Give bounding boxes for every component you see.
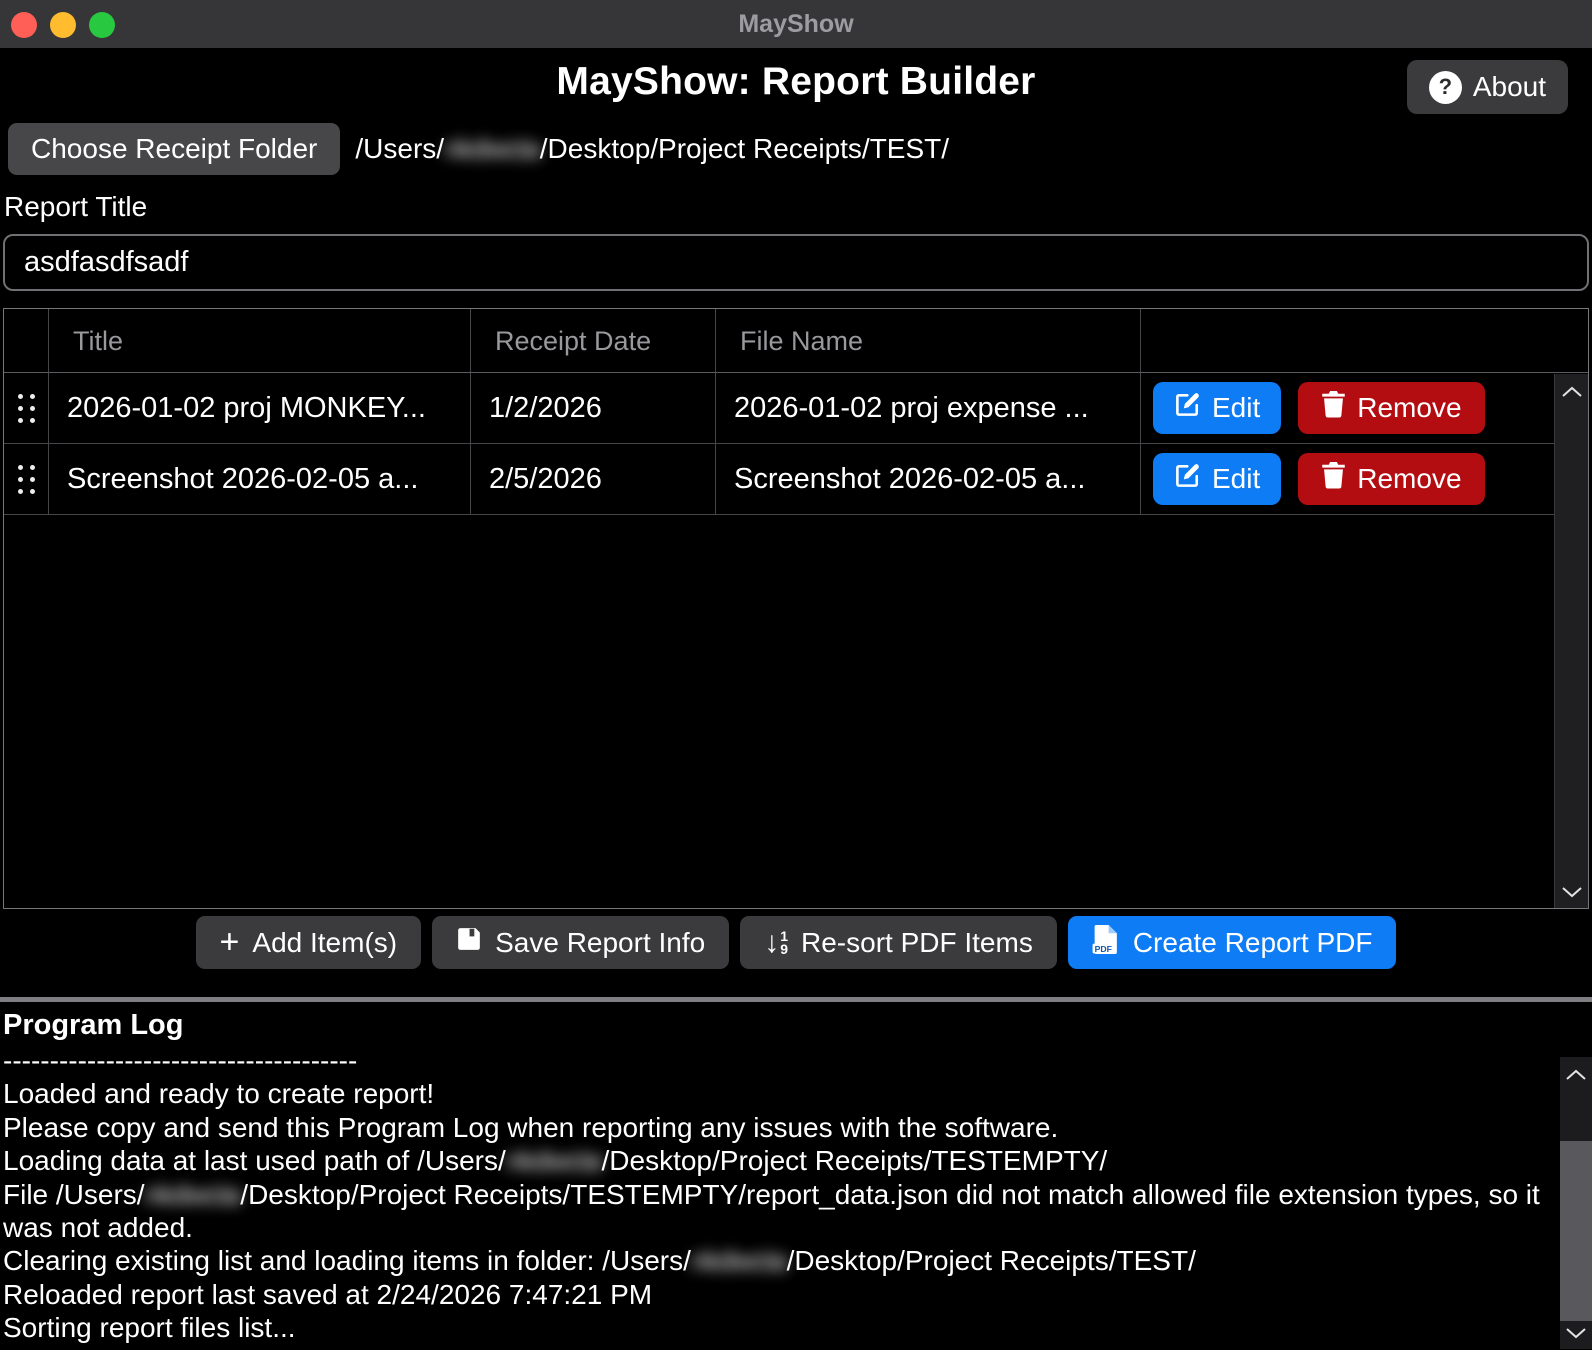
- zoom-button[interactable]: [89, 12, 115, 38]
- pencil-square-icon: [1174, 462, 1201, 496]
- scroll-down-icon[interactable]: [1561, 886, 1583, 898]
- scrollbar-thumb[interactable]: [1560, 1141, 1592, 1321]
- create-report-pdf-label: Create Report PDF: [1133, 927, 1373, 959]
- create-report-pdf-button[interactable]: PDF Create Report PDF: [1068, 916, 1397, 969]
- log-line: Please copy and send this Program Log wh…: [3, 1111, 1546, 1144]
- resort-pdf-items-label: Re-sort PDF Items: [801, 927, 1033, 959]
- pencil-square-icon: [1174, 391, 1201, 425]
- table-row: Screenshot 2026-02-05 a... 2/5/2026 Scre…: [4, 444, 1588, 515]
- log-line: Reloaded report last saved at 2/24/2026 …: [3, 1278, 1546, 1311]
- trash-icon: [1321, 462, 1346, 496]
- redacted-text: nkdwcta: [691, 1244, 787, 1277]
- table-header-row: Title Receipt Date File Name: [4, 309, 1588, 373]
- about-button-label: About: [1473, 71, 1546, 103]
- scroll-down-icon[interactable]: [1565, 1327, 1587, 1339]
- row-drag-handle[interactable]: [4, 444, 49, 514]
- edit-button[interactable]: Edit: [1153, 453, 1281, 505]
- remove-button-label: Remove: [1357, 463, 1461, 495]
- column-header-actions: [1141, 309, 1588, 373]
- log-line: --------------------------------------: [3, 1044, 1546, 1077]
- redacted-text: nkdwcta: [506, 1144, 602, 1177]
- cell-title: Screenshot 2026-02-05 a...: [49, 444, 471, 514]
- window-titlebar: MayShow: [0, 0, 1592, 48]
- report-title-input[interactable]: [3, 234, 1589, 291]
- traffic-lights: [11, 12, 115, 38]
- log-line: Clearing existing list and loading items…: [3, 1244, 1546, 1277]
- toolbar: + Add Item(s) Save Report Info ↓ 19 Re-s…: [0, 916, 1592, 969]
- add-items-label: Add Item(s): [252, 927, 397, 959]
- close-button[interactable]: [11, 12, 37, 38]
- sort-numeric-icon: ↓ 19: [764, 930, 788, 956]
- column-header-file-name: File Name: [716, 309, 1141, 373]
- table-row: 2026-01-02 proj MONKEY... 1/2/2026 2026-…: [4, 373, 1588, 444]
- edit-button-label: Edit: [1212, 463, 1260, 495]
- save-report-info-button[interactable]: Save Report Info: [432, 916, 729, 969]
- remove-button[interactable]: Remove: [1298, 382, 1484, 434]
- app-header: MayShow: Report Builder ? About: [0, 48, 1592, 114]
- receipt-folder-path: /Users/nkdwcta/Desktop/Project Receipts/…: [355, 133, 949, 165]
- save-report-info-label: Save Report Info: [495, 927, 705, 959]
- cell-actions: Edit Remove: [1141, 444, 1588, 514]
- program-log-heading: Program Log: [3, 1009, 1546, 1042]
- log-line: File /Users/nkdwcta/Desktop/Project Rece…: [3, 1178, 1546, 1245]
- redacted-text: nkdwcta: [145, 1178, 241, 1211]
- pdf-file-icon: PDF: [1092, 924, 1120, 962]
- log-scrollbar[interactable]: [1560, 1057, 1592, 1349]
- row-drag-handle[interactable]: [4, 373, 49, 443]
- question-icon: ?: [1429, 71, 1462, 104]
- drag-handle-icon: [18, 465, 35, 494]
- column-header-receipt-date: Receipt Date: [471, 309, 716, 373]
- redacted-text: nkdwcta: [444, 133, 540, 165]
- cell-file-name: 2026-01-02 proj expense ...: [716, 373, 1141, 443]
- floppy-disk-icon: [456, 926, 482, 959]
- cell-receipt-date: 1/2/2026: [471, 373, 716, 443]
- edit-button[interactable]: Edit: [1153, 382, 1281, 434]
- resort-pdf-items-button[interactable]: ↓ 19 Re-sort PDF Items: [740, 916, 1057, 969]
- edit-button-label: Edit: [1212, 392, 1260, 424]
- table-scrollbar[interactable]: [1554, 374, 1588, 908]
- cell-receipt-date: 2/5/2026: [471, 444, 716, 514]
- program-log: Program Log ----------------------------…: [0, 1002, 1592, 1349]
- items-table: Title Receipt Date File Name 2026-01-02 …: [3, 308, 1589, 909]
- folder-row: Choose Receipt Folder /Users/nkdwcta/Des…: [0, 123, 1592, 175]
- drag-handle-column-header: [4, 309, 49, 373]
- scroll-up-icon[interactable]: [1561, 386, 1583, 398]
- trash-icon: [1321, 391, 1346, 425]
- cell-file-name: Screenshot 2026-02-05 a...: [716, 444, 1141, 514]
- cell-title: 2026-01-02 proj MONKEY...: [49, 373, 471, 443]
- report-title-label: Report Title: [4, 191, 1592, 225]
- cell-actions: Edit Remove: [1141, 373, 1588, 443]
- page-title: MayShow: Report Builder: [0, 48, 1592, 116]
- scroll-up-icon[interactable]: [1565, 1069, 1587, 1081]
- about-button[interactable]: ? About: [1407, 60, 1568, 114]
- svg-text:PDF: PDF: [1094, 943, 1111, 953]
- log-line: Loaded and ready to create report!: [3, 1077, 1546, 1110]
- add-items-button[interactable]: + Add Item(s): [196, 916, 422, 969]
- log-line: Loading data at last used path of /Users…: [3, 1144, 1546, 1177]
- remove-button-label: Remove: [1357, 392, 1461, 424]
- log-line: Sorting report files list...: [3, 1311, 1546, 1344]
- choose-receipt-folder-button[interactable]: Choose Receipt Folder: [8, 123, 340, 175]
- remove-button[interactable]: Remove: [1298, 453, 1484, 505]
- drag-handle-icon: [18, 394, 35, 423]
- minimize-button[interactable]: [50, 12, 76, 38]
- column-header-title: Title: [49, 309, 471, 373]
- window-title: MayShow: [738, 10, 853, 39]
